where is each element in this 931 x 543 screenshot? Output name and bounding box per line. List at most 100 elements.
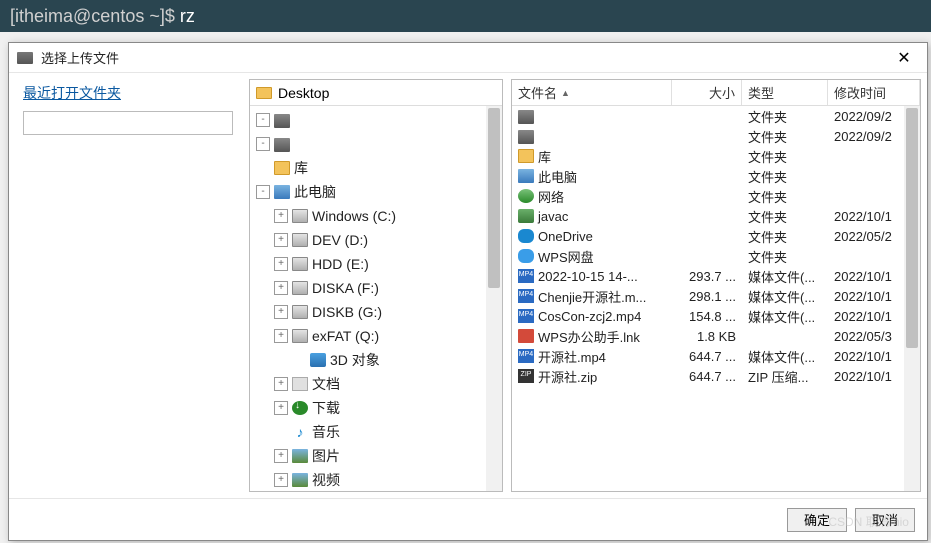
file-row[interactable]: MP4Chenjie开源社.m...298.1 ...媒体文件(...2022/… [512,286,920,306]
expand-toggle[interactable]: + [274,281,288,295]
tree-item[interactable]: + 视频 [250,468,502,491]
file-type: 文件夹 [742,127,828,146]
file-list-panel: 文件名▲ 大小 类型 修改时间 文件夹2022/09/2文件夹2022/09/2… [511,79,921,492]
col-type[interactable]: 类型 [742,80,828,105]
file-row[interactable]: MP4开源社.mp4644.7 ...媒体文件(...2022/10/1 [512,346,920,366]
tree-item[interactable]: + HDD (E:) [250,252,502,276]
expand-toggle[interactable]: - [256,185,270,199]
cloud2-icon [518,249,534,263]
file-row[interactable]: OneDrive文件夹2022/05/2 [512,226,920,246]
file-name: 2022-10-15 14-... [538,269,638,284]
tree-label: 库 [294,158,308,178]
folder-icon [256,87,272,99]
tree-item[interactable]: +文档 [250,372,502,396]
file-type: 媒体文件(... [742,307,828,326]
folder-icon [518,149,534,163]
file-row[interactable]: 文件夹2022/09/2 [512,126,920,146]
file-name: Chenjie开源社.m... [538,287,646,306]
cancel-button[interactable]: 取消 [855,508,915,532]
tree-item[interactable]: - [250,108,502,132]
file-row[interactable]: 文件夹2022/09/2 [512,106,920,126]
file-type: 媒体文件(... [742,347,828,366]
file-row[interactable]: WPS网盘文件夹 [512,246,920,266]
file-type: 文件夹 [742,207,828,226]
expand-toggle[interactable]: + [274,449,288,463]
expand-toggle[interactable]: + [274,209,288,223]
zip-icon: ZIP [518,369,534,383]
file-row[interactable]: 网络文件夹 [512,186,920,206]
file-type: 文件夹 [742,107,828,126]
folder-tree[interactable]: --库-此电脑+Windows (C:)+DEV (D:)+HDD (E:)+D… [250,106,502,491]
tree-label: 视频 [312,470,340,490]
expand-toggle[interactable]: + [274,233,288,247]
expand-toggle[interactable]: - [256,137,270,151]
tree-item[interactable]: +DISKB (G:) [250,300,502,324]
expand-toggle[interactable]: - [256,113,270,127]
expand-toggle[interactable]: + [274,473,288,487]
close-icon[interactable]: ✕ [889,48,919,68]
file-rows[interactable]: 文件夹2022/09/2文件夹2022/09/2库文件夹此电脑文件夹网络文件夹j… [512,106,920,491]
tree-item[interactable]: - [250,132,502,156]
file-scrollbar[interactable] [904,106,920,491]
file-row[interactable]: 库文件夹 [512,146,920,166]
file-row[interactable]: 此电脑文件夹 [512,166,920,186]
tree-item[interactable]: 库 [250,156,502,180]
tree-label: 音乐 [312,422,340,442]
col-date[interactable]: 修改时间 [828,80,920,105]
file-size: 644.7 ... [672,349,742,364]
tree-label: Windows (C:) [312,208,396,224]
file-name: WPS办公助手.lnk [538,327,640,346]
file-name: WPS网盘 [538,247,594,266]
file-upload-dialog: 选择上传文件 ✕ 最近打开文件夹 Desktop - - 库-此电脑 + Windows… [8,42,928,541]
drive-icon [292,233,308,247]
disk-icon [274,114,290,128]
disk-icon [518,110,534,124]
terminal-command: rz [180,6,195,26]
file-row[interactable]: MP42022-10-15 14-...293.7 ...媒体文件(...202… [512,266,920,286]
col-name[interactable]: 文件名▲ [512,80,672,105]
column-headers[interactable]: 文件名▲ 大小 类型 修改时间 [512,80,920,106]
expand-toggle[interactable]: + [274,305,288,319]
expand-toggle[interactable]: + [274,401,288,415]
mp4-icon: MP4 [518,289,534,303]
expand-toggle[interactable]: + [274,329,288,343]
file-row[interactable]: javac文件夹2022/10/1 [512,206,920,226]
dialog-title: 选择上传文件 [41,48,889,67]
folder-icon [274,161,290,175]
tree-item[interactable]: 3D 对象 [250,348,502,372]
file-size: 644.7 ... [672,369,742,384]
file-name: 网络 [538,187,564,206]
tree-scrollbar[interactable] [486,106,502,491]
file-row[interactable]: MP4CosCon-zcj2.mp4154.8 ...媒体文件(...2022/… [512,306,920,326]
file-name: javac [538,209,568,224]
titlebar[interactable]: 选择上传文件 ✕ [9,43,927,73]
recent-input[interactable] [23,111,233,135]
tree-label: HDD (E:) [312,256,369,272]
user-icon [518,209,534,223]
disk-icon [518,130,534,144]
ok-button[interactable]: 确定 [787,508,847,532]
tree-item[interactable]: +exFAT (Q:) [250,324,502,348]
terminal: [itheima@centos ~]$ rz [0,0,931,32]
tree-item[interactable]: -此电脑 [250,180,502,204]
tree-item[interactable]: + Windows (C:) [250,204,502,228]
file-row[interactable]: WPS办公助手.lnk1.8 KB2022/05/3 [512,326,920,346]
current-path-bar[interactable]: Desktop [250,80,502,106]
tree-label: 3D 对象 [330,350,380,370]
tree-item[interactable]: +DEV (D:) [250,228,502,252]
lnk-icon [518,329,534,343]
tree-item[interactable]: + 图片 [250,444,502,468]
expand-toggle[interactable]: + [274,257,288,271]
file-size: 293.7 ... [672,269,742,284]
disk-icon [274,138,290,152]
tree-label: 图片 [312,446,340,466]
col-size[interactable]: 大小 [672,80,742,105]
tree-item[interactable]: ♪音乐 [250,420,502,444]
tree-item[interactable]: +DISKA (F:) [250,276,502,300]
dl-icon [292,401,308,415]
file-row[interactable]: ZIP开源社.zip644.7 ...ZIP 压缩...2022/10/1 [512,366,920,386]
expand-toggle[interactable]: + [274,377,288,391]
recent-folders-link[interactable]: 最近打开文件夹 [23,83,235,103]
tree-item[interactable]: +下载 [250,396,502,420]
mp4-icon: MP4 [518,349,534,363]
